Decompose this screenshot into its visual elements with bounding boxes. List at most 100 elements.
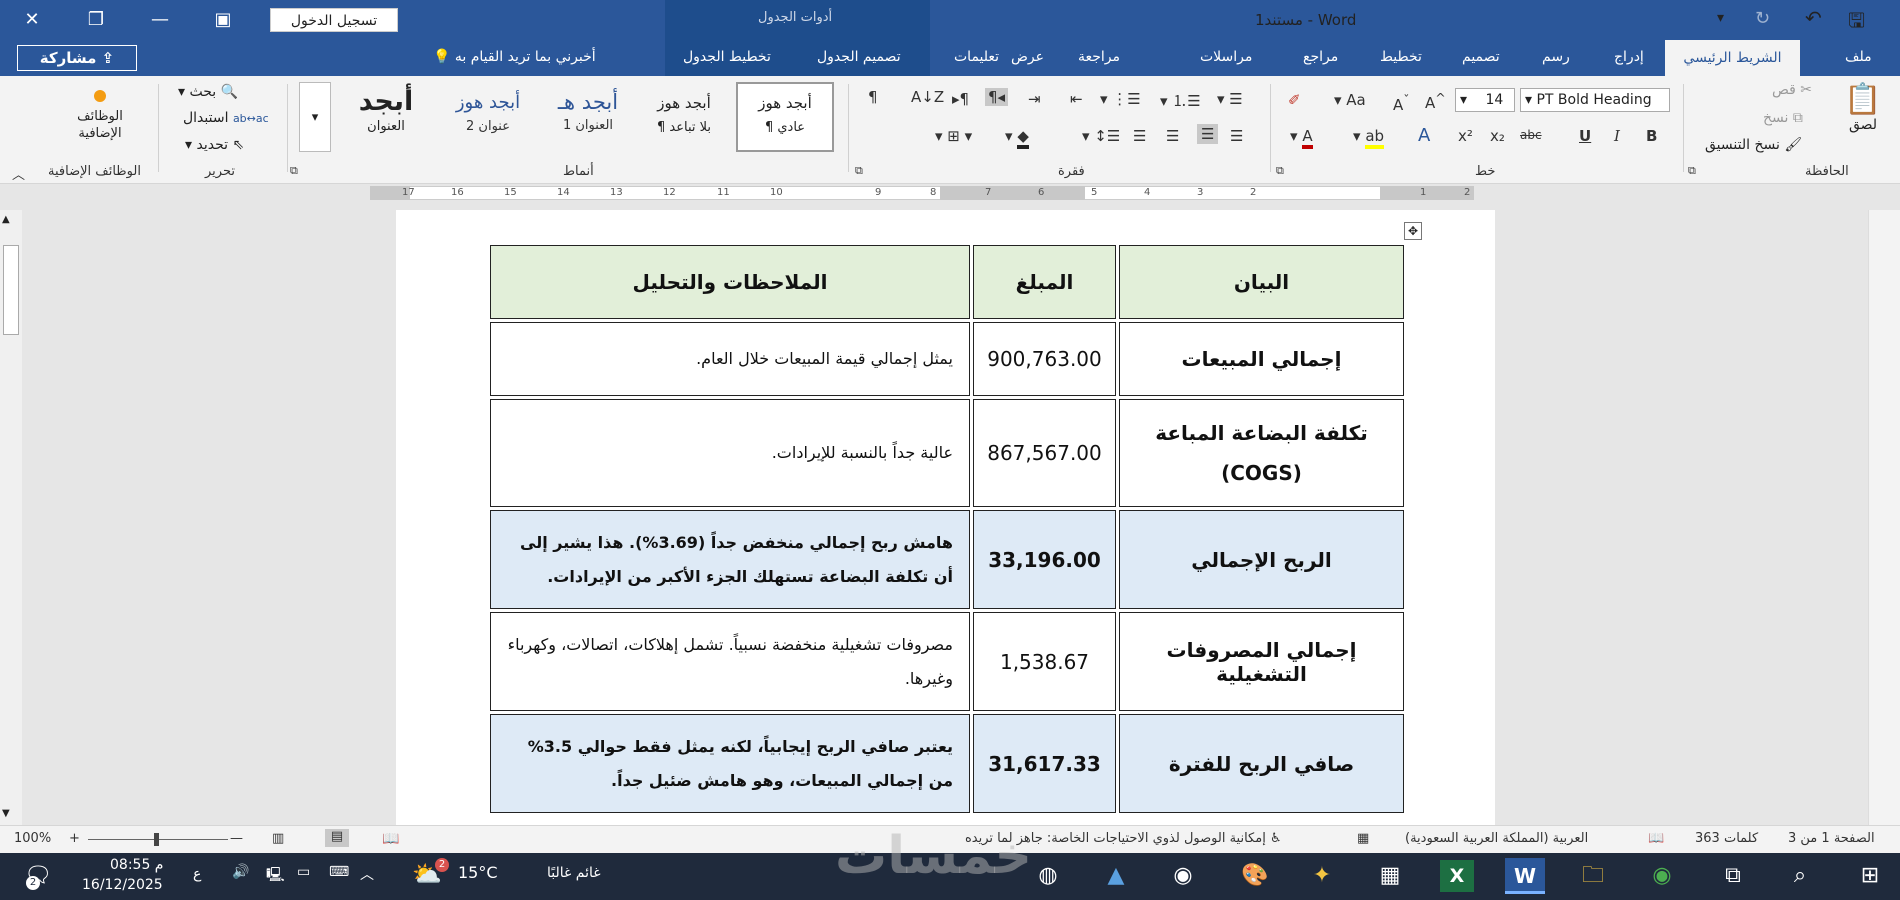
note-cell[interactable]: يمثل إجمالي قيمة المبيعات خلال العام. [490, 322, 970, 396]
grow-font-icon[interactable]: A^ [1425, 90, 1446, 112]
zoom-in-icon[interactable]: + [69, 831, 80, 846]
chrome-icon[interactable]: ◉ [1644, 860, 1680, 892]
app-icon[interactable]: ✦ [1304, 860, 1340, 892]
note-cell[interactable]: مصروفات تشغيلية منخفضة نسبياً. تشمل إهلا… [490, 612, 970, 711]
align-left-icon[interactable]: ☰ [1166, 127, 1179, 145]
strikethrough-icon[interactable]: abc [1520, 128, 1542, 142]
restore-icon[interactable]: ❐ [76, 0, 116, 40]
select-button[interactable]: ▾ تحديد ⇖ [185, 137, 244, 153]
zoom-level[interactable]: 100% [14, 831, 51, 846]
font-name-select[interactable]: ▾ PT Bold Heading [1520, 88, 1670, 112]
share-button[interactable]: مشاركة ⇪ [17, 45, 137, 71]
header-cell[interactable]: البيان [1119, 245, 1404, 319]
numbering-icon[interactable]: ▾ ⒈☰ [1160, 90, 1201, 111]
photos-icon[interactable]: ▲ [1098, 860, 1134, 892]
rtl-direction-icon[interactable]: ¶◂ [985, 88, 1009, 106]
clock-time[interactable]: 08:55 م [110, 857, 163, 873]
macro-icon[interactable]: ▦ [1357, 831, 1369, 846]
app-icon[interactable]: ◍ [1030, 860, 1066, 892]
undo-icon[interactable]: ↶ [1805, 6, 1822, 30]
replace-button[interactable]: استبدال ab↔ac [183, 110, 269, 126]
font-color-icon[interactable]: ▾ A [1290, 127, 1313, 149]
font-launcher-icon[interactable]: ⧉ [1276, 164, 1284, 178]
web-layout-icon[interactable]: ▥ [272, 831, 284, 846]
highlight-icon[interactable]: ▾ ab [1353, 127, 1385, 149]
close-icon[interactable]: ✕ [12, 0, 52, 40]
amount-cell[interactable]: 900,763.00 [973, 322, 1116, 396]
zoom-slider-thumb[interactable] [154, 833, 159, 846]
amount-cell[interactable]: 33,196.00 [973, 510, 1116, 609]
tab-insert[interactable]: إدراج [1614, 49, 1644, 65]
increase-indent-icon[interactable]: ⇥ [1028, 90, 1041, 108]
clear-format-icon[interactable]: ✐ [1288, 91, 1301, 109]
paragraph-launcher-icon[interactable]: ⧉ [855, 164, 863, 178]
word-app-icon[interactable]: W [1505, 858, 1545, 894]
shrink-font-icon[interactable]: Aˇ [1393, 92, 1410, 114]
ribbon-display-icon[interactable]: ▣ [203, 0, 243, 40]
paint-icon[interactable]: 🎨 [1237, 860, 1273, 892]
print-layout-icon[interactable]: ▤ [325, 829, 349, 847]
style-heading-1[interactable]: أبجد هـ العنوان 1 [542, 82, 634, 152]
style-normal[interactable]: أبجد هوز ¶ عادي [736, 82, 834, 152]
ltr-direction-icon[interactable]: ▸¶ [952, 90, 969, 108]
read-mode-icon[interactable]: 📖 [382, 831, 399, 847]
style-heading-2[interactable]: أبجد هوز عنوان 2 [438, 82, 538, 152]
file-explorer-icon[interactable]: 🗀 [1575, 860, 1611, 892]
bullets-icon[interactable]: ▾ ☰ [1217, 90, 1243, 108]
format-painter-button[interactable]: نسخ التنسيق 🖌 [1705, 137, 1802, 153]
tab-draw[interactable]: رسم [1542, 49, 1570, 65]
excel-app-icon[interactable]: X [1440, 860, 1474, 892]
tab-table-layout[interactable]: تخطيط الجدول [683, 49, 771, 65]
addins-button[interactable]: الوظائف الإضافية [50, 90, 150, 142]
task-view-icon[interactable]: ⧉ [1715, 860, 1751, 892]
search-icon[interactable]: ⌕ [1782, 860, 1818, 892]
justify-icon[interactable]: ☰ [1133, 127, 1146, 145]
page-count[interactable]: الصفحة 1 من 3 [1788, 831, 1875, 846]
tab-file[interactable]: ملف [1845, 49, 1872, 65]
weather-desc[interactable]: غائم غالبًا [547, 865, 601, 881]
amount-cell[interactable]: 867,567.00 [973, 399, 1116, 507]
weather-temp[interactable]: 15°C [458, 863, 498, 882]
customize-qat-icon[interactable]: ▾ [1717, 10, 1724, 26]
language-status[interactable]: العربية (المملكة العربية السعودية) [1405, 831, 1588, 846]
chevron-up-icon[interactable]: ︿ [360, 864, 374, 884]
font-size-select[interactable]: ▾ 14 [1455, 88, 1515, 112]
tab-table-design[interactable]: تصميم الجدول [817, 49, 901, 65]
align-center-icon[interactable]: ☰ [1197, 124, 1219, 144]
superscript-icon[interactable]: x² [1458, 127, 1473, 145]
change-case-icon[interactable]: ▾ Aa [1334, 91, 1366, 109]
styles-launcher-icon[interactable]: ⧉ [290, 164, 298, 178]
amount-cell[interactable]: 31,617.33 [973, 714, 1116, 813]
input-language[interactable]: ع [193, 866, 201, 882]
chrome-profile-icon[interactable]: ◉ [1165, 860, 1201, 892]
item-cell[interactable]: صافي الربح للفترة [1119, 714, 1404, 813]
windows-start-icon[interactable]: ⊞ [1852, 860, 1888, 892]
meet-icon[interactable]: ⌨ [329, 864, 349, 880]
cut-button[interactable]: قص ✂ [1772, 82, 1812, 98]
sort-icon[interactable]: A↓Z [911, 88, 944, 106]
note-cell[interactable]: يعتبر صافي الربح إيجابياً، لكنه يمثل فقط… [490, 714, 970, 813]
item-cell[interactable]: تكلفة البضاعة المباعة (COGS) [1119, 399, 1404, 507]
amount-cell[interactable]: 1,538.67 [973, 612, 1116, 711]
clipboard-launcher-icon[interactable]: ⧉ [1688, 164, 1696, 178]
underline-icon[interactable]: U [1579, 127, 1591, 145]
line-spacing-icon[interactable]: ▾ ↕☰ [1082, 127, 1120, 145]
copy-button[interactable]: نسخ ⧉ [1763, 110, 1803, 126]
subscript-icon[interactable]: x₂ [1490, 127, 1505, 145]
decrease-indent-icon[interactable]: ⇤ [1070, 90, 1083, 108]
network-icon[interactable]: 🖳 [266, 864, 285, 888]
zoom-out-icon[interactable]: — [230, 831, 243, 846]
scroll-up-icon[interactable]: ▲ [2, 214, 10, 225]
table-move-handle-icon[interactable]: ✥ [1404, 222, 1422, 240]
clock-date[interactable]: 16/12/2025 [82, 877, 163, 893]
tab-view[interactable]: عرض [1011, 49, 1044, 65]
scroll-thumb[interactable] [3, 245, 19, 335]
header-cell[interactable]: الملاحظات والتحليل [490, 245, 970, 319]
volume-icon[interactable]: 🔊 [232, 864, 249, 880]
minimize-icon[interactable]: — [140, 0, 180, 40]
paste-button[interactable]: 📋 لصق [1838, 82, 1888, 133]
scroll-down-icon[interactable]: ▼ [2, 808, 10, 819]
battery-icon[interactable]: ▭ [297, 864, 310, 880]
tab-review[interactable]: مراجعة [1078, 49, 1120, 65]
style-no-spacing[interactable]: أبجد هوز ¶ بلا تباعد [636, 82, 732, 152]
